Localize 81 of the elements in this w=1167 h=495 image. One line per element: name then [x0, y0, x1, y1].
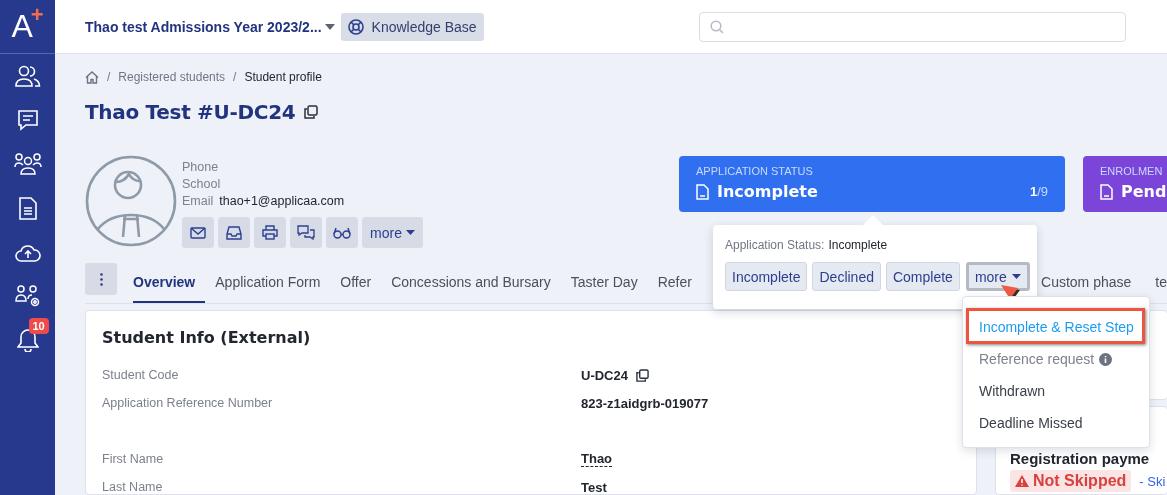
step-counter: 1/9 [1029, 184, 1048, 199]
caret-icon [324, 23, 335, 30]
menu-item: Reference request [979, 351, 1113, 367]
bell-icon[interactable] [16, 328, 39, 352]
document-icon [696, 183, 709, 200]
email-button[interactable] [182, 217, 214, 248]
cloud-upload-icon[interactable] [14, 242, 41, 262]
skip-link[interactable]: - Ski [1139, 473, 1166, 489]
preview-button[interactable] [326, 217, 358, 248]
more-button[interactable]: more [362, 217, 423, 248]
status-label: Application Status: [725, 238, 825, 252]
print-button[interactable] [254, 217, 286, 248]
breadcrumb-link[interactable]: Registered students [118, 70, 226, 84]
tab[interactable]: te [1153, 263, 1167, 303]
menu-item[interactable]: Deadline Missed [979, 415, 1083, 431]
status-option-button[interactable]: Complete [885, 262, 960, 291]
inbox-icon [226, 225, 242, 240]
status-value: Pendi [1121, 182, 1167, 201]
card-title: Student Info (External) [102, 328, 312, 347]
avatar-icon [85, 155, 177, 247]
breadcrumb-separator: / [107, 70, 111, 84]
field-label: Student Code [102, 368, 180, 382]
lifebuoy-icon [347, 18, 364, 35]
card-title: Registration payme [1010, 450, 1151, 467]
editable-value[interactable]: Thao [581, 451, 613, 467]
status-option-button[interactable]: Incomplete [725, 262, 808, 291]
document-icon [1100, 183, 1113, 200]
caret-icon [1011, 274, 1021, 279]
knowledge-base-button[interactable]: Knowledge Base [340, 12, 484, 41]
tab[interactable]: Offer [330, 263, 382, 303]
tab[interactable]: Application Form [205, 263, 331, 303]
inbox-button[interactable] [218, 217, 250, 248]
breadcrumb-separator: / [233, 70, 237, 84]
status-badge: Not Skipped [1010, 470, 1132, 492]
chat-icon[interactable] [16, 109, 39, 131]
notification-count: 10 [28, 318, 49, 334]
vertical-dots-icon [99, 272, 103, 286]
home-icon[interactable] [85, 70, 99, 84]
field-value: U-DC24 [581, 367, 628, 383]
field-label: Phone [182, 159, 219, 174]
page-title: Thao Test #U-DC24 [85, 100, 296, 124]
search-field[interactable] [698, 11, 1126, 42]
printer-icon [262, 225, 278, 240]
search-icon [709, 19, 724, 34]
tab[interactable]: Overview [133, 263, 206, 303]
people-icon[interactable] [14, 65, 41, 87]
tab[interactable]: Taster Day [560, 263, 648, 303]
warning-icon [1015, 475, 1029, 487]
menu-item[interactable]: Withdrawn [979, 383, 1046, 399]
field-value: thao+1@applicaa.com [219, 193, 345, 208]
workspace-selector[interactable]: Thao test Admissions Year 2023/2... [85, 18, 335, 35]
chat-button[interactable] [290, 217, 322, 248]
tab[interactable]: Custom phase [1041, 263, 1134, 303]
field-value: 823-z1aidgrb-019077 [581, 395, 709, 411]
copy-icon[interactable] [635, 368, 649, 382]
status-label: ENROLMEN [1100, 165, 1164, 177]
field-label: Email [182, 193, 214, 208]
tab[interactable]: Concessions and Bursary [381, 263, 561, 303]
group-icon[interactable] [13, 153, 42, 175]
more-button[interactable]: more [965, 262, 1030, 291]
speech-bubbles-icon [297, 224, 315, 241]
status-card[interactable]: ENROLMEN Pendi [1083, 156, 1167, 212]
field-value: Test [581, 479, 607, 495]
field-label: School [182, 176, 221, 191]
glasses-icon [333, 226, 351, 239]
field-label: First Name [102, 452, 165, 466]
caret-icon [405, 230, 415, 235]
copy-icon[interactable] [304, 105, 319, 119]
field-label: Application Reference Number [102, 396, 274, 410]
status-value: Incomplete [717, 182, 818, 201]
status-option-button[interactable]: Declined [812, 262, 881, 291]
tab[interactable]: Refer [647, 263, 702, 303]
info-icon [1099, 352, 1113, 366]
breadcrumb-current: Student profile [244, 70, 322, 84]
field-label: Last Name [102, 480, 164, 494]
status-value: Incomplete [828, 238, 888, 252]
status-card[interactable]: APPLICATION STATUS Incomplete 1/9 [679, 156, 1065, 212]
envelope-icon [190, 226, 206, 239]
status-label: APPLICATION STATUS [696, 165, 814, 177]
group-settings-icon[interactable] [14, 285, 41, 307]
document-icon[interactable] [18, 196, 37, 220]
